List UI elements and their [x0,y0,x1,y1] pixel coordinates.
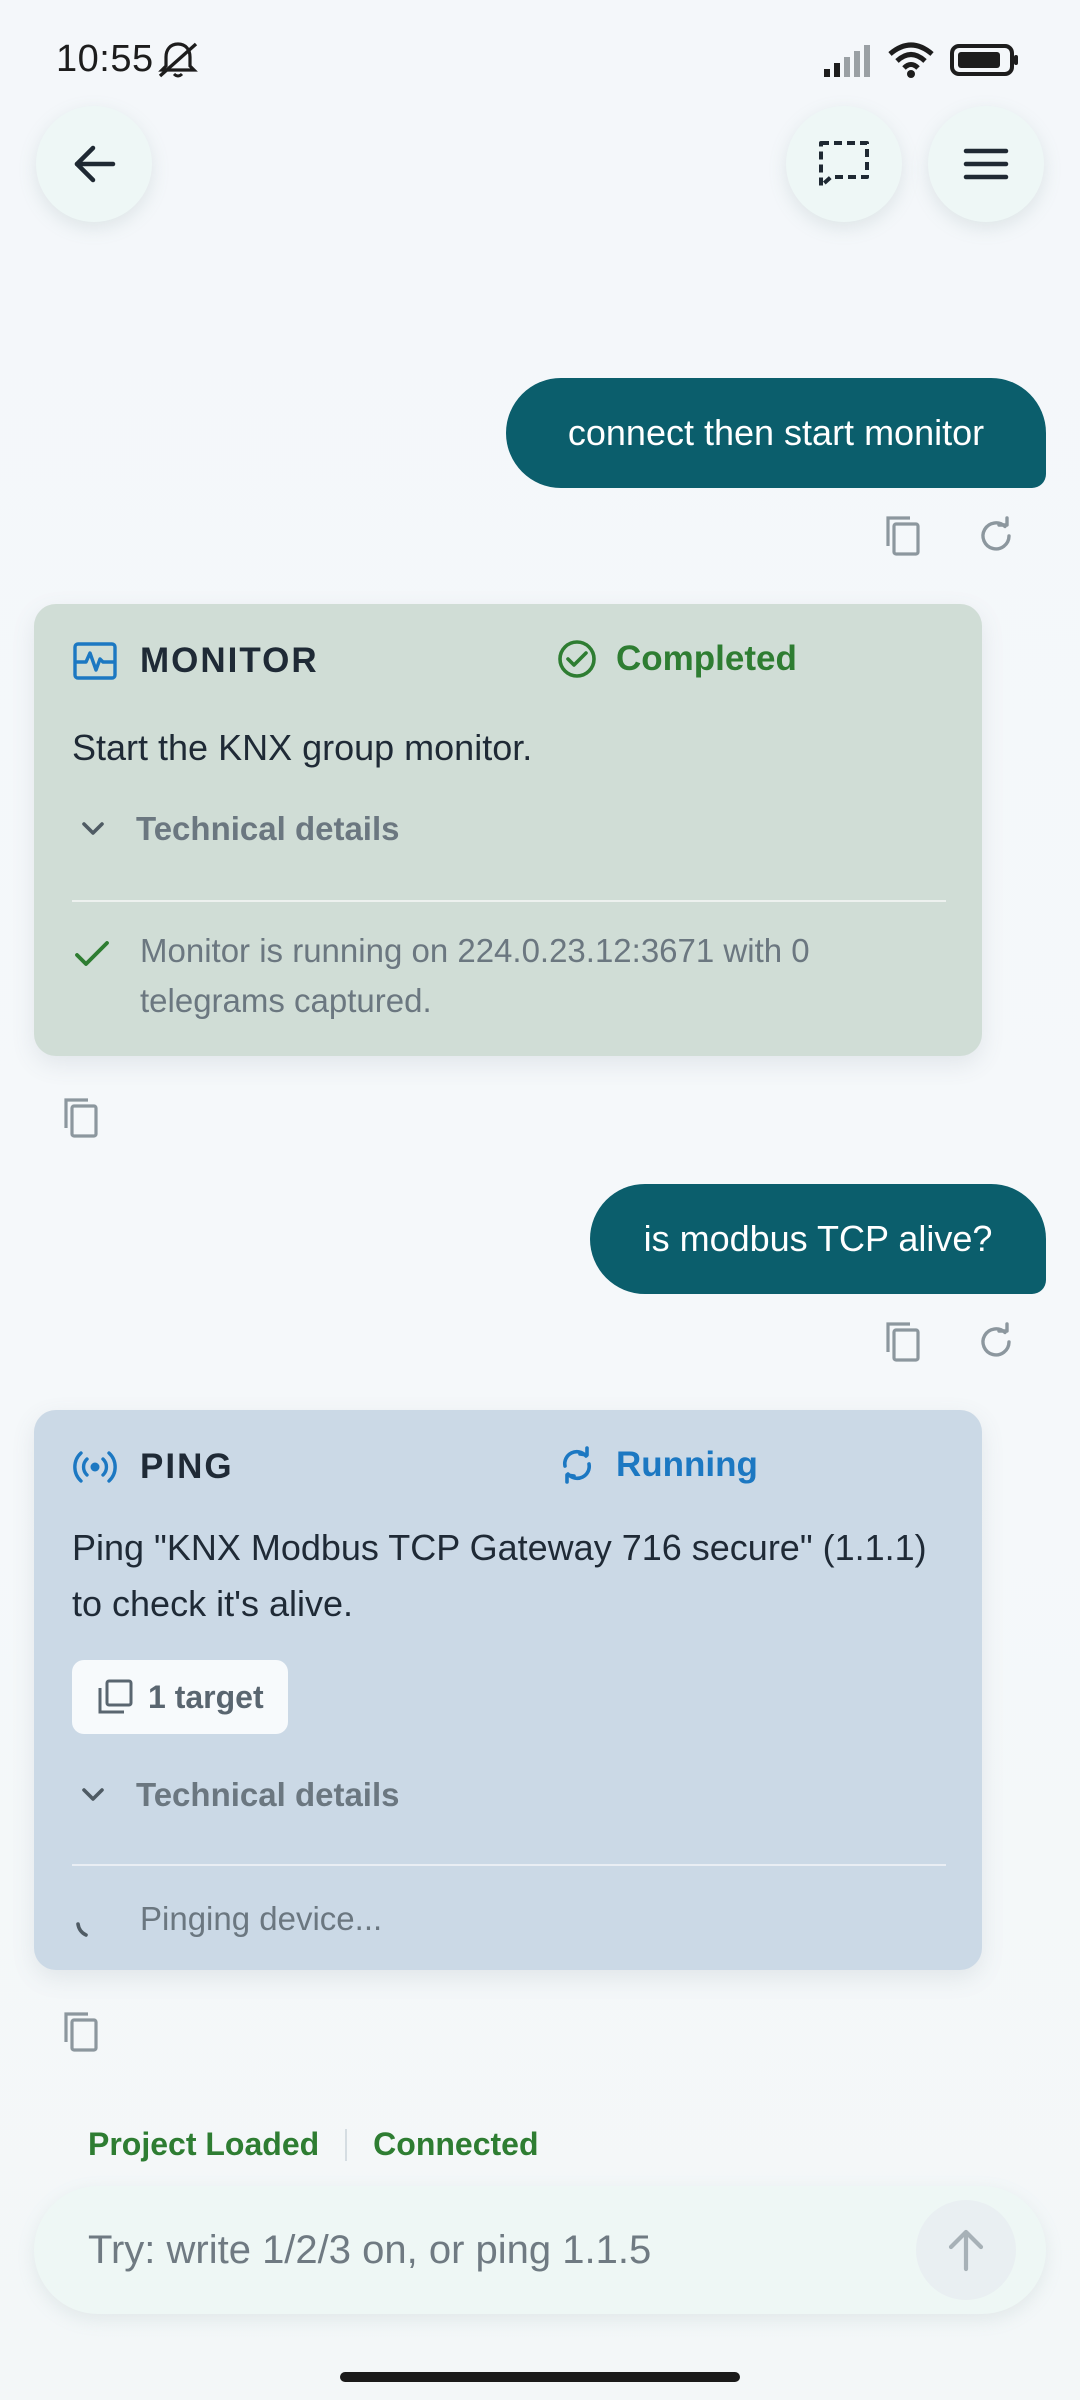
retry-button[interactable] [974,514,1018,558]
copy-icon [64,1098,98,1138]
status-badge: Running [556,1444,758,1486]
divider [345,2128,348,2161]
feedback-icon [819,141,869,188]
loading-spinner-icon [76,1922,88,1937]
arrow-up-icon [948,2229,984,2272]
signal-icon [824,45,870,77]
copy-button[interactable] [880,514,924,558]
status-text: Completed [616,639,797,678]
user-message-text: connect then start monitor [567,412,985,453]
technical-details-label: Technical details [136,1776,400,1813]
message-composer [34,2186,1046,2314]
user-message-text: is modbus TCP alive? [643,1218,993,1259]
status-text: Running [616,1445,758,1484]
send-button[interactable] [916,2200,1016,2300]
technical-details-toggle[interactable]: Technical details [76,810,399,848]
target-chip[interactable]: 1 target [72,1660,288,1734]
copy-button[interactable] [60,2010,104,2054]
wifi-icon [888,42,934,78]
copy-icon [64,2012,98,2052]
tool-result: Monitor is running on 224.0.23.12:3671 w… [72,926,940,1026]
tool-result: Pinging device... [72,1894,940,1944]
technical-details-label: Technical details [136,810,400,847]
message-actions [880,514,1018,558]
copy-icon [886,516,920,556]
status-bar: 10:55 [0,0,1080,120]
tool-description: Ping "KNX Modbus TCP Gateway 716 secure"… [72,1527,927,1624]
check-icon [75,941,109,966]
mute-icon [158,42,198,78]
arrow-left-icon [74,145,116,183]
divider [72,1864,946,1866]
project-status: Project Loaded [88,2126,320,2162]
message-actions [880,1320,1018,1364]
sync-icon [562,1446,592,1484]
target-chip-label: 1 target [148,1678,264,1715]
tool-description: Start the KNX group monitor. [72,727,533,768]
chevron-down-icon [82,1788,104,1801]
status-time: 10:55 [56,38,154,80]
copy-icon [98,1679,133,1714]
tool-card-ping: PING Running Ping "KNX Modbus TCP Gatewa… [34,1410,982,1970]
tool-result-text: Monitor is running on 224.0.23.12:3671 w… [140,932,810,1019]
tool-card-header: MONITOR [72,638,319,684]
message-input[interactable] [88,2220,888,2280]
technical-details-toggle[interactable]: Technical details [76,1776,399,1814]
copy-button[interactable] [880,1320,924,1364]
menu-button[interactable] [928,106,1044,222]
retry-button[interactable] [974,1320,1018,1364]
tool-card-monitor: MONITOR Completed Start the KNX group mo… [34,604,982,1056]
check-circle-icon [558,640,596,678]
copy-icon [886,1322,920,1362]
status-badge: Completed [556,638,797,680]
connection-status: Project Loaded Connected [88,2126,539,2163]
copy-button[interactable] [60,1096,104,1140]
refresh-icon [981,1322,1011,1357]
chevron-down-icon [82,822,104,835]
user-message-bubble: is modbus TCP alive? [590,1184,1046,1294]
user-message-bubble: connect then start monitor [506,378,1046,488]
tool-result-text: Pinging device... [140,1900,383,1937]
home-indicator[interactable] [340,2372,740,2382]
back-button[interactable] [36,106,152,222]
refresh-icon [981,516,1011,551]
battery-icon [950,44,1018,76]
broadcast-icon [73,1451,117,1483]
hamburger-menu-icon [963,148,1009,180]
tool-name: MONITOR [140,641,319,680]
feedback-button[interactable] [786,106,902,222]
monitor-icon [73,642,117,680]
tool-name: PING [140,1447,234,1486]
divider [72,900,946,902]
link-status: Connected [373,2126,539,2162]
tool-card-header: PING [72,1444,234,1490]
